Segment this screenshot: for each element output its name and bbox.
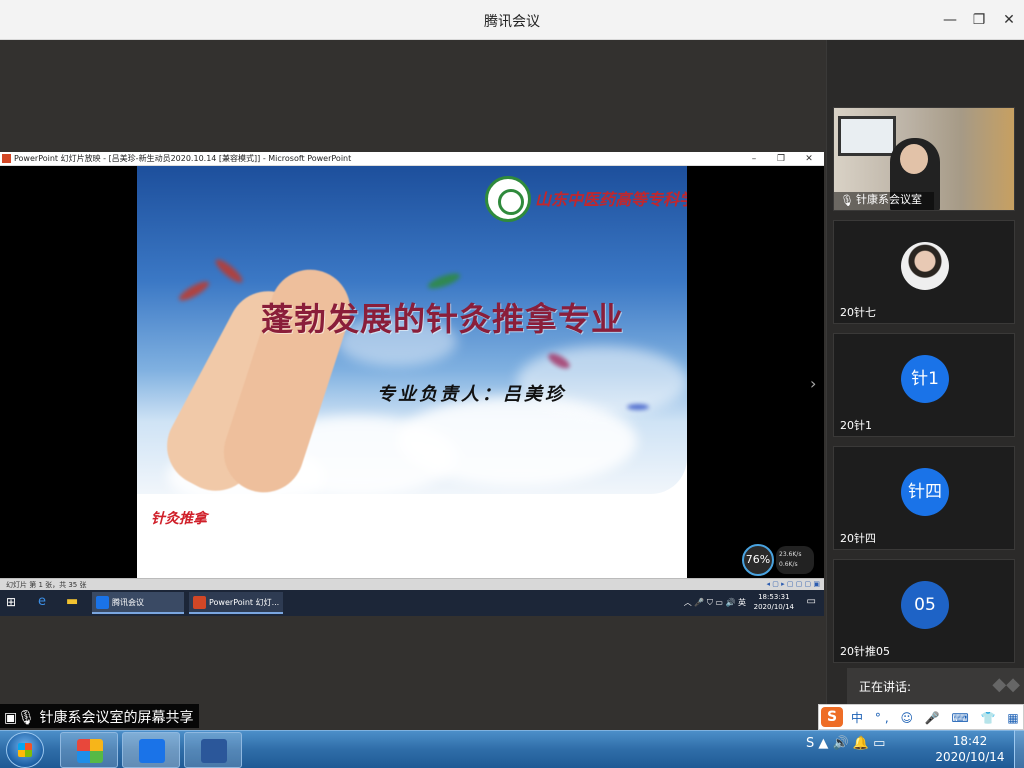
tencent-meeting-icon [139, 739, 165, 763]
participant-tile[interactable]: 🎙 针康系会议室 [833, 107, 1015, 211]
ime-options[interactable]: 中 °, ☺ 🎤 ⌨ 👕 ▦ [851, 709, 1023, 726]
system-tray[interactable]: S ▲ 🔊 🔔 ▭ [806, 736, 885, 751]
powerpoint-app-icon [193, 596, 206, 609]
screen-share-label: ▣🎙 针康系会议室的屏幕共享 [0, 704, 200, 728]
word-icon [201, 739, 227, 763]
slide-subtitle: 专业负责人：吕美珍 [377, 384, 566, 405]
close-button[interactable]: ✕ [999, 10, 1019, 30]
pp-restore-button[interactable]: ❐ [771, 152, 791, 166]
speaking-label: 正在讲话: [859, 680, 912, 694]
upload-speed: 23.6K/s [779, 551, 802, 558]
cpu-percent: 76% [742, 544, 774, 576]
taskbar-app-meeting[interactable] [122, 732, 180, 768]
next-slide-arrow[interactable]: › [810, 374, 816, 393]
show-desktop-button[interactable] [1014, 730, 1024, 768]
notification-icon[interactable]: ▭ [807, 596, 816, 607]
powerpoint-title: PowerPoint 幻灯片放映 - [吕美珍-新生动员2020.10.14 [… [14, 154, 352, 163]
slide-counter: 幻灯片 第 1 张，共 35 张 [6, 581, 87, 589]
windows-start-icon[interactable]: ⊞ [6, 595, 20, 609]
photos-icon [77, 739, 103, 763]
participant-tile[interactable]: 05 20针推05 [833, 559, 1015, 663]
participant-name: 20针四 [840, 532, 876, 545]
participant-name: 20针1 [840, 419, 872, 432]
participant-name: 20针推05 [840, 645, 890, 658]
participant-name: 针康系会议室 [856, 193, 922, 206]
speaking-wave-icon: ◆◆ [992, 674, 1020, 695]
slide-title: 蓬勃发展的针灸推拿专业 [261, 300, 625, 338]
taskbar-app-photos[interactable] [60, 732, 118, 768]
screen-share-icon: ▣🎙 [4, 710, 36, 726]
taskbar-app-word[interactable] [184, 732, 242, 768]
powerpoint-statusbar: 幻灯片 第 1 张，共 35 张 ◂ ▢ ▸ ▢ ▢ ▢ ▣ [0, 578, 824, 590]
participant-avatar: 针四 [901, 468, 949, 516]
folder-icon[interactable]: ▬ [66, 594, 78, 609]
network-speeds: 23.6K/s 0.6K/s [776, 546, 814, 574]
powerpoint-icon [2, 154, 11, 163]
participant-avatar: 05 [901, 581, 949, 629]
shared-screen: PowerPoint 幻灯片放映 - [吕美珍-新生动员2020.10.14 [… [0, 152, 824, 616]
school-name: 山东中医药高等专科学校 [535, 190, 687, 209]
shared-clock: 18:53:31 2020/10/14 [753, 593, 794, 611]
participant-tile[interactable]: 20针七 [833, 220, 1015, 324]
shared-taskbar: ⊞ e ▬ 腾讯会议 PowerPoint 幻灯... ︿ 🎤 ⛉ ▭ 🔊 英 … [0, 590, 824, 616]
shared-system-tray[interactable]: ︿ 🎤 ⛉ ▭ 🔊 英 [684, 597, 746, 608]
participant-avatar [901, 242, 949, 290]
minimize-button[interactable]: — [940, 10, 960, 30]
taskbar-app-meeting[interactable]: 腾讯会议 [92, 592, 184, 614]
participant-tile[interactable]: 针1 20针1 [833, 333, 1015, 437]
meeting-app-icon [96, 596, 109, 609]
powerpoint-titlebar: PowerPoint 幻灯片放映 - [吕美珍-新生动员2020.10.14 [… [0, 152, 824, 166]
pp-minimize-button[interactable]: – [744, 152, 764, 166]
ime-toolbar[interactable]: S 中 °, ☺ 🎤 ⌨ 👕 ▦ [818, 704, 1024, 730]
window-title: 腾讯会议 [484, 14, 540, 30]
network-monitor: 76% 23.6K/s 0.6K/s [742, 542, 814, 576]
edge-icon[interactable]: e [38, 594, 46, 609]
view-controls[interactable]: ◂ ▢ ▸ ▢ ▢ ▢ ▣ [767, 580, 820, 588]
slide-footer: 针灸推拿 [151, 511, 207, 527]
system-clock[interactable]: 18:42 2020/10/14 [930, 733, 1010, 765]
speaking-indicator: 正在讲话: ◆◆ [847, 668, 1024, 704]
pp-close-button[interactable]: ✕ [799, 152, 819, 166]
restore-button[interactable]: ❐ [969, 10, 989, 30]
school-logo [485, 176, 531, 222]
taskbar-app-powerpoint[interactable]: PowerPoint 幻灯... [189, 592, 283, 614]
participant-tile[interactable]: 针四 20针四 [833, 446, 1015, 550]
microphone-icon: 🎙 [840, 194, 854, 207]
start-orb-icon[interactable] [6, 732, 44, 768]
participant-name: 20针七 [840, 306, 876, 319]
download-speed: 0.6K/s [779, 561, 798, 568]
sogou-ime-icon[interactable]: S [821, 707, 843, 727]
participant-avatar: 针1 [901, 355, 949, 403]
window-titlebar: 腾讯会议 — ❐ ✕ [0, 0, 1024, 40]
presentation-slide: 山东中医药高等专科学校 蓬勃发展的针灸推拿专业 专业负责人：吕美珍 针灸推拿 [137, 166, 687, 578]
